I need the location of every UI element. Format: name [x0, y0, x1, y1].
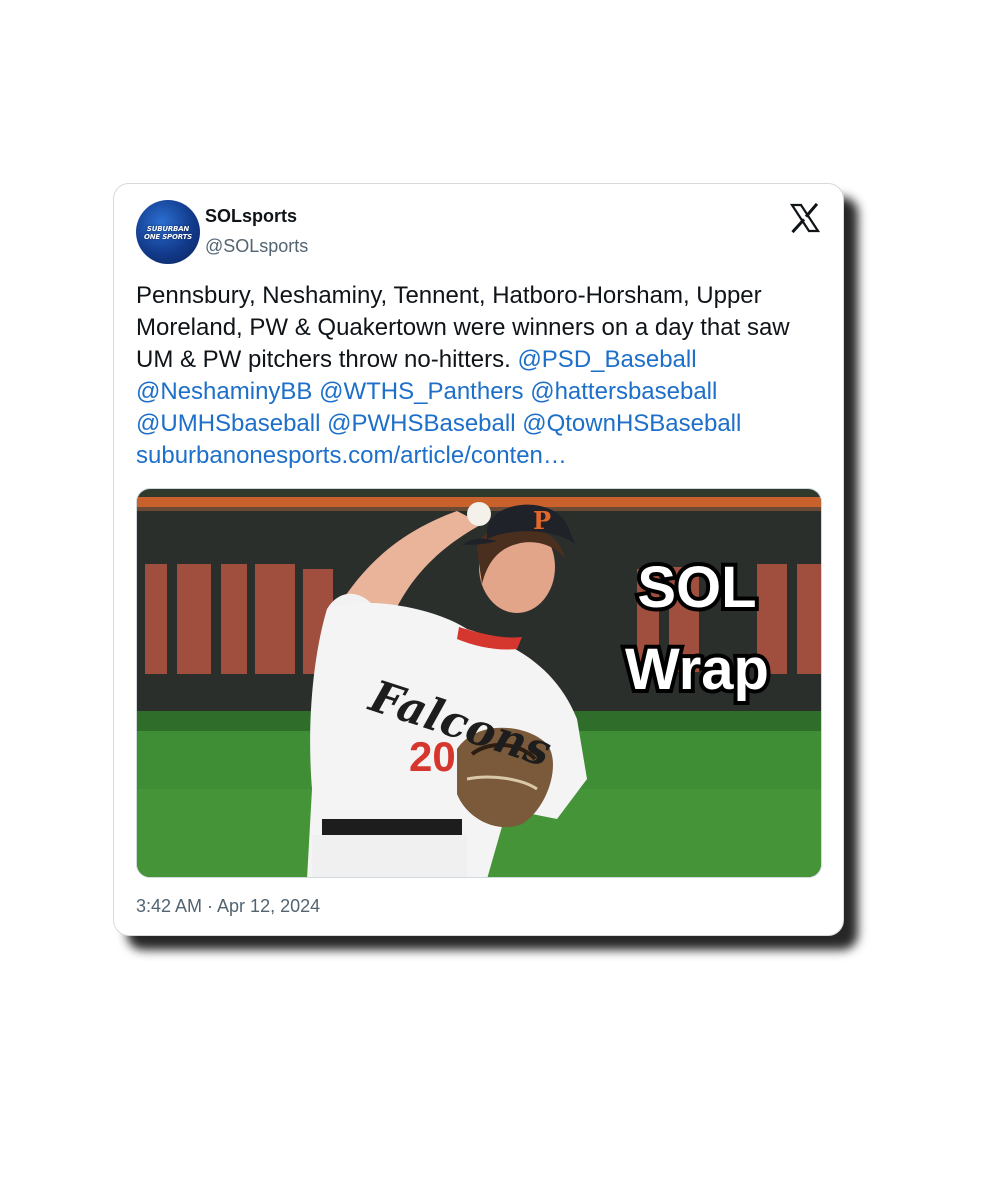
- handle[interactable]: @SOLsports: [205, 236, 308, 257]
- mention-neshaminybb[interactable]: @NeshaminyBB: [136, 378, 312, 405]
- svg-text:SOL: SOL: [637, 555, 756, 620]
- tweet-text: Pennsbury, Neshaminy, Tennent, Hatboro-H…: [136, 280, 816, 472]
- mention-pwhsbaseball[interactable]: @PWHSBaseball: [327, 410, 515, 437]
- avatar-logo-text: SUBURBAN ONE SPORTS: [143, 225, 193, 241]
- pitcher-photo: P Falcons 20 SOL Wrap: [137, 489, 821, 877]
- mention-hattersbaseball[interactable]: @hattersbaseball: [530, 378, 717, 405]
- mention-psd-baseball[interactable]: @PSD_Baseball: [517, 346, 696, 373]
- mention-wths-panthers[interactable]: @WTHS_Panthers: [319, 378, 523, 405]
- mention-umhsbaseball[interactable]: @UMHSbaseball: [136, 410, 320, 437]
- tweet-card[interactable]: SUBURBAN ONE SPORTS SOLsports @SOLsports…: [113, 183, 844, 936]
- svg-text:Wrap: Wrap: [625, 637, 769, 702]
- mention-qtownhsbaseball[interactable]: @QtownHSBaseball: [522, 410, 741, 437]
- article-link[interactable]: suburbanonesports.com/article/conten…: [136, 442, 567, 469]
- x-logo-icon[interactable]: [790, 203, 820, 233]
- jersey-number: 20: [409, 733, 456, 780]
- avatar[interactable]: SUBURBAN ONE SPORTS: [136, 200, 200, 264]
- cap-logo: P: [533, 506, 551, 535]
- tweet-media-image[interactable]: P Falcons 20 SOL Wrap: [136, 488, 822, 878]
- tweet-timestamp[interactable]: 3:42 AM · Apr 12, 2024: [136, 896, 320, 917]
- display-name[interactable]: SOLsports: [205, 206, 297, 227]
